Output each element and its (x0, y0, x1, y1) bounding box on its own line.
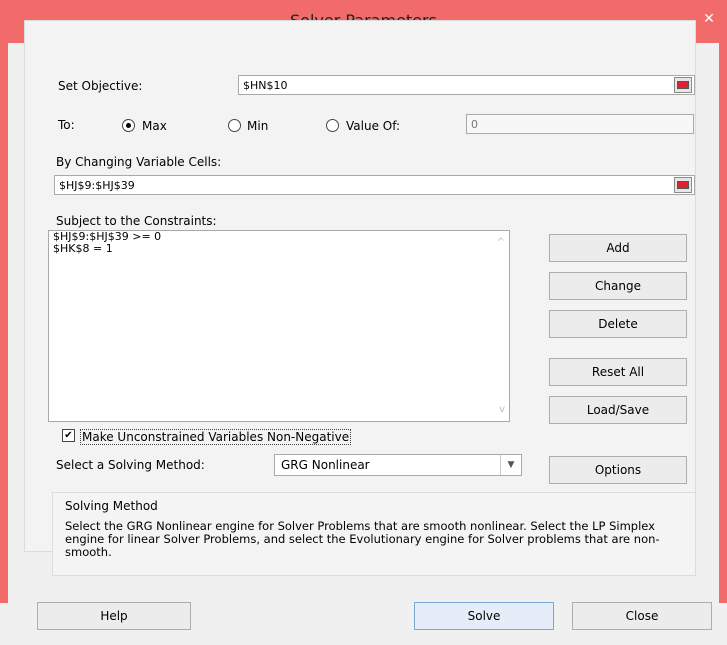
solve-button[interactable]: Solve (414, 602, 554, 630)
value-of-input[interactable]: 0 (466, 114, 694, 134)
window-frame-left (0, 43, 8, 603)
scroll-up-icon[interactable]: ^ (497, 237, 505, 248)
changing-ref-icon[interactable] (674, 177, 692, 193)
constraints-label: Subject to the Constraints: (56, 214, 217, 228)
solving-method-title: Solving Method (65, 499, 158, 513)
set-objective-label: Set Objective: (58, 79, 143, 93)
add-button[interactable]: Add (549, 234, 687, 262)
solving-method-value: GRG Nonlinear (281, 458, 370, 472)
delete-button[interactable]: Delete (549, 310, 687, 338)
chevron-down-icon: ▼ (500, 455, 521, 475)
scroll-down-icon[interactable]: v (499, 404, 505, 415)
close-icon[interactable]: ✕ (691, 8, 727, 30)
max-label[interactable]: Max (142, 119, 167, 133)
objective-ref-icon[interactable] (674, 77, 692, 93)
objective-input[interactable]: $HN$10 (238, 75, 695, 95)
change-button[interactable]: Change (549, 272, 687, 300)
value-of-radio[interactable] (326, 119, 339, 132)
close-button[interactable]: Close (572, 602, 712, 630)
min-label[interactable]: Min (247, 119, 268, 133)
changing-cells-label: By Changing Variable Cells: (56, 155, 222, 169)
min-radio[interactable] (228, 119, 241, 132)
to-label: To: (58, 118, 75, 132)
constraints-list[interactable]: $HJ$9:$HJ$39 >= 0 $HK$8 = 1 ^ v (48, 230, 510, 422)
window-frame-right (719, 43, 727, 603)
max-radio[interactable] (122, 119, 135, 132)
solving-method-description: Select the GRG Nonlinear engine for Solv… (65, 519, 660, 559)
changing-cells-input[interactable]: $HJ$9:$HJ$39 (54, 175, 695, 195)
reset-all-button[interactable]: Reset All (549, 358, 687, 386)
nonnegative-label[interactable]: Make Unconstrained Variables Non-Negativ… (80, 429, 352, 445)
help-button[interactable]: Help (37, 602, 191, 630)
options-button[interactable]: Options (549, 456, 687, 484)
value-of-label[interactable]: Value Of: (346, 119, 400, 133)
load-save-button[interactable]: Load/Save (549, 396, 687, 424)
nonnegative-checkbox[interactable]: ✔ (62, 429, 75, 442)
constraint-item[interactable]: $HJ$9:$HJ$39 >= 0 (49, 231, 509, 243)
solving-method-label: Select a Solving Method: (56, 458, 205, 472)
constraint-item[interactable]: $HK$8 = 1 (49, 243, 509, 255)
solving-method-group: Solving Method Select the GRG Nonlinear … (52, 492, 696, 576)
solving-method-select[interactable]: GRG Nonlinear ▼ (274, 454, 522, 476)
